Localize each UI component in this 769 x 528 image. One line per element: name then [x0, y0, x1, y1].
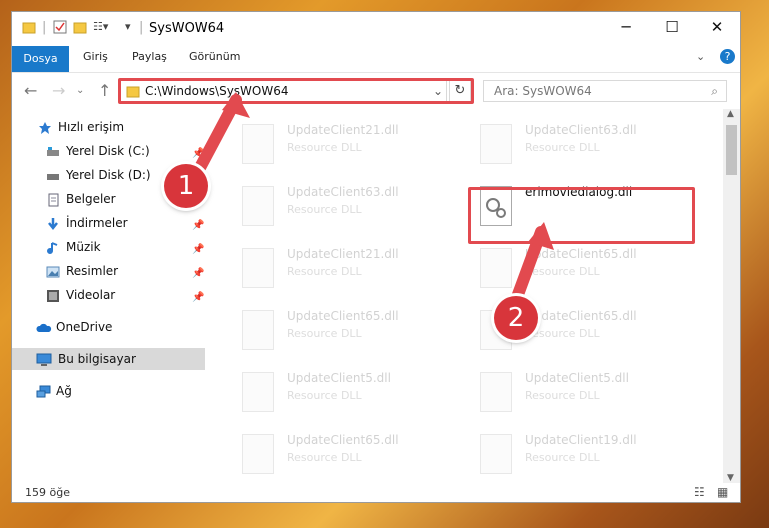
annotation-arrows	[189, 92, 554, 306]
step-2-badge: 2	[494, 296, 538, 340]
step-1-badge: 1	[164, 164, 208, 208]
